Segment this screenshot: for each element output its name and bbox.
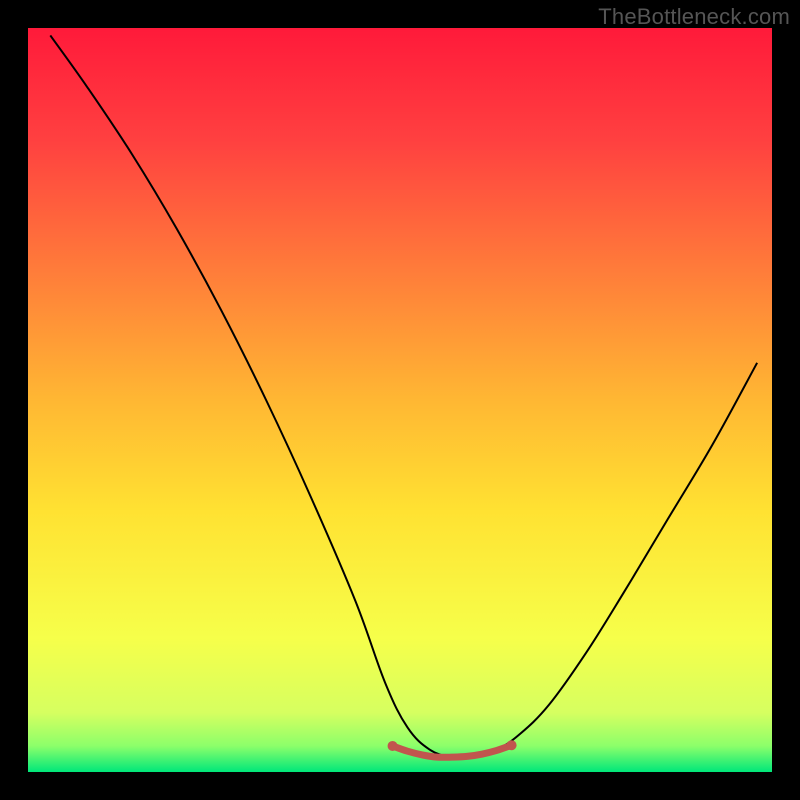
- gradient-background: [28, 28, 772, 772]
- bottleneck-chart: [28, 28, 772, 772]
- chart-frame: TheBottleneck.com: [0, 0, 800, 800]
- marker-end-dot: [388, 741, 398, 751]
- plot-area: [28, 28, 772, 772]
- marker-end-dot: [507, 740, 517, 750]
- watermark: TheBottleneck.com: [598, 4, 790, 30]
